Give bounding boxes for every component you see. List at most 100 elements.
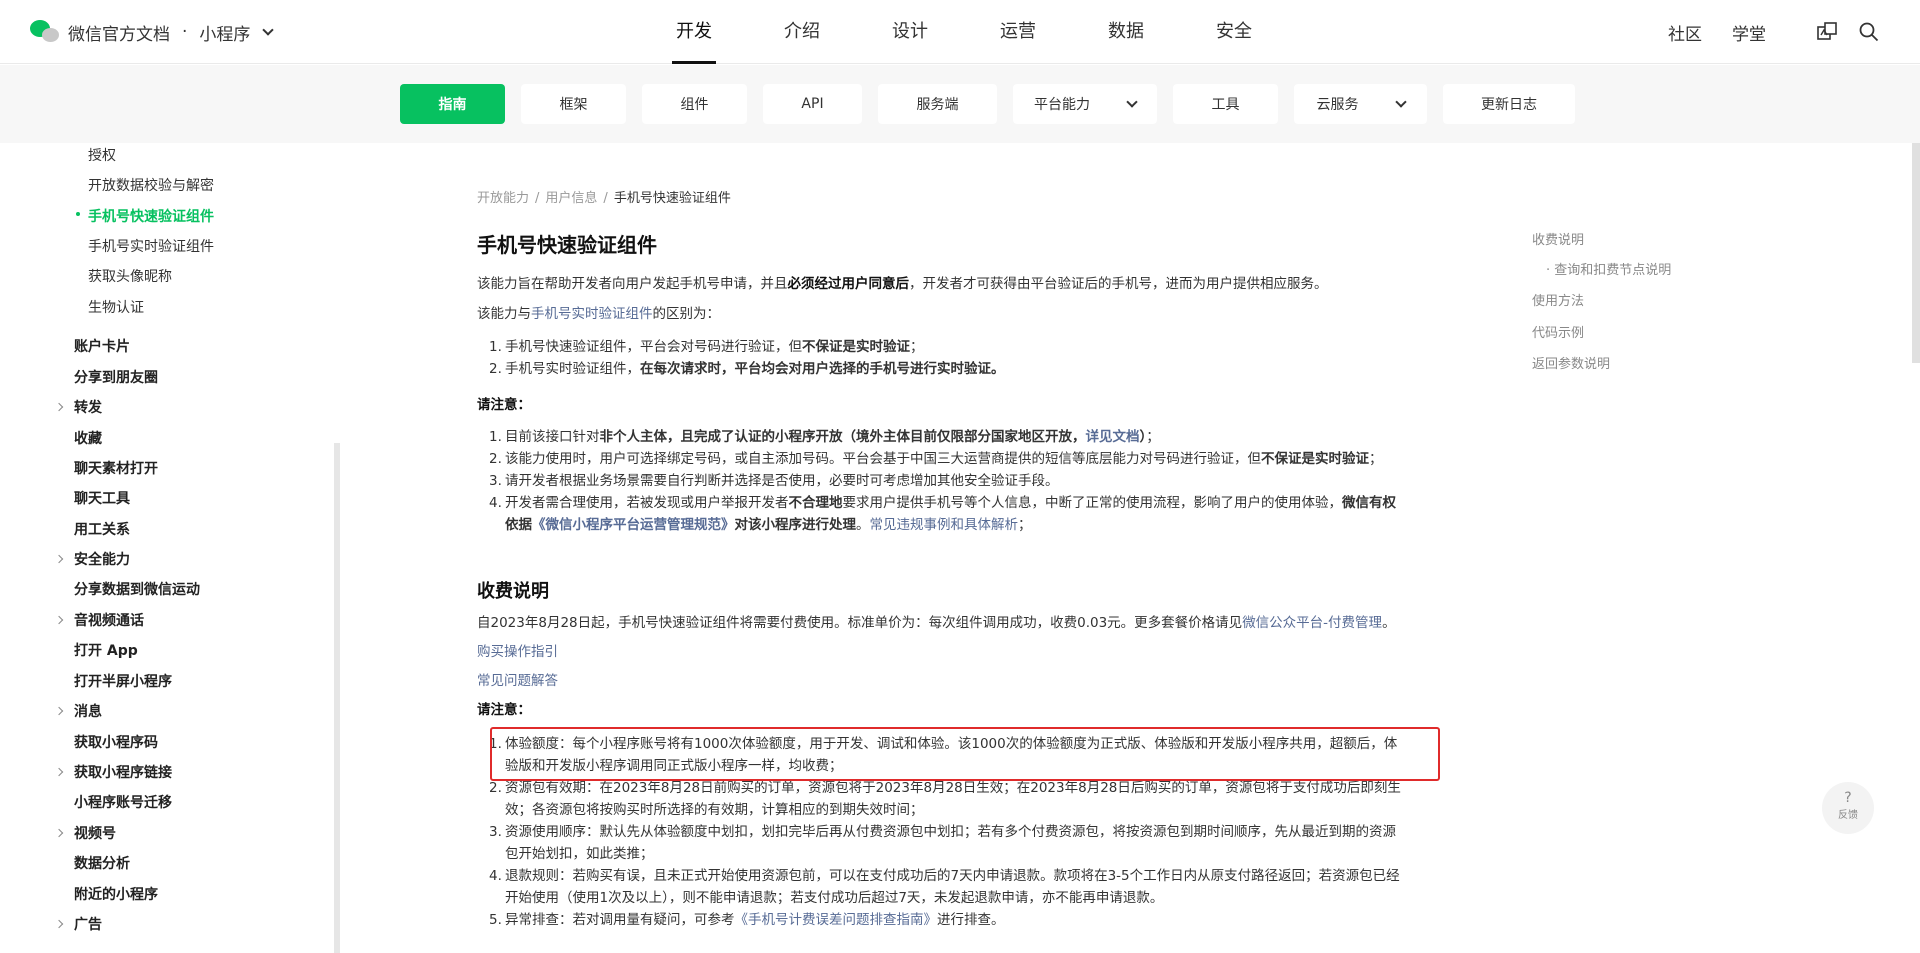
sidebar-item-auth[interactable]: 授权 <box>88 145 116 165</box>
tab-api[interactable]: API <box>763 84 862 124</box>
text: 要求用户提供手机号等个人信息，中断了正常的使用流程，影响了用户的使用体验， <box>842 495 1343 511</box>
realtime-component-link[interactable]: 手机号实时验证组件 <box>531 306 653 322</box>
text: 资源使用顺序：默认先从体验额度中划扣，划扣完毕后再从付费资源包中划扣；若有多个付… <box>505 824 1396 840</box>
nav-develop[interactable]: 开发 <box>640 0 748 64</box>
toc-fees[interactable]: 收费说明 <box>1532 229 1584 248</box>
purchase-guide-link[interactable]: 购买操作指引 <box>477 642 558 662</box>
text: 资源包有效期：在2023年8月28日前购买的订单，资源包将于2023年8月28日… <box>505 780 1401 796</box>
sidebar-item-channels[interactable]: 视频号 <box>74 823 116 843</box>
text: 该能力使用时，用户可选择绑定号码，或自主添加号码。平台会基于中国三大运营商提供的… <box>505 451 1261 467</box>
pay-management-link[interactable]: 微信公众平台-付费管理 <box>1242 615 1382 631</box>
sidebar-item-ads[interactable]: 广告 <box>74 914 102 934</box>
faq-link[interactable]: 常见问题解答 <box>477 671 558 691</box>
text: 该能力与 <box>477 306 531 322</box>
tab-guide[interactable]: 指南 <box>400 84 505 124</box>
header-right: 社区 学堂 <box>1668 0 1880 64</box>
sidebar-item-avatar[interactable]: 获取头像昵称 <box>88 266 172 286</box>
chevron-right-icon[interactable] <box>54 554 64 564</box>
platform-rules-link[interactable]: 《微信小程序平台运营管理规范》 <box>532 517 735 533</box>
chevron-right-icon[interactable] <box>54 402 64 412</box>
tab-framework[interactable]: 框架 <box>521 84 626 124</box>
sidebar-item-phone-quick[interactable]: 手机号快速验证组件 <box>76 206 214 226</box>
tab-server[interactable]: 服务端 <box>878 84 997 124</box>
sidebar-item-phone-realtime[interactable]: 手机号实时验证组件 <box>88 236 214 256</box>
text: 。 <box>856 517 870 533</box>
chevron-right-icon[interactable] <box>54 615 64 625</box>
toc-return-params[interactable]: 返回参数说明 <box>1532 353 1610 372</box>
toc-code-example[interactable]: 代码示例 <box>1532 322 1584 341</box>
sidebar-item-biometric[interactable]: 生物认证 <box>88 297 144 317</box>
breadcrumb-user-info[interactable]: 用户信息 <box>545 191 597 206</box>
sidebar-item-analytics[interactable]: 数据分析 <box>74 853 130 873</box>
sidebar-item-message[interactable]: 消息 <box>74 701 102 721</box>
tab-cloud-label: 云服务 <box>1316 97 1359 113</box>
note-label: 请注意： <box>477 397 531 413</box>
page-title: 手机号快速验证组件 <box>477 233 657 257</box>
violation-examples-link[interactable]: 常见违规事例和具体解析 <box>870 517 1019 533</box>
nav-operate[interactable]: 运营 <box>964 0 1072 64</box>
sidebar-item-share-moments[interactable]: 分享到朋友圈 <box>74 367 158 387</box>
breadcrumb-open-ability[interactable]: 开放能力 <box>477 191 529 206</box>
list-item: 2. 该能力使用时，用户可选择绑定号码，或自主添加号码。平台会基于中国三大运营商提… <box>489 451 1383 467</box>
sidebar-item-av-call[interactable]: 音视频通话 <box>74 610 144 630</box>
translate-icon[interactable] <box>1816 21 1838 43</box>
sidebar-item-chat-tools[interactable]: 聊天工具 <box>74 488 130 508</box>
chevron-right-icon[interactable] <box>54 706 64 716</box>
sidebar-item-security[interactable]: 安全能力 <box>74 549 130 569</box>
sidebar-item-forward[interactable]: 转发 <box>74 397 102 417</box>
community-link[interactable]: 社区 <box>1668 20 1702 45</box>
main-nav: 开发 介绍 设计 运营 数据 安全 <box>640 0 1288 64</box>
chevron-right-icon[interactable] <box>54 919 64 929</box>
toc-usage[interactable]: 使用方法 <box>1532 290 1584 309</box>
chevron-right-icon[interactable] <box>54 767 64 777</box>
text: ； <box>1146 429 1160 445</box>
intro-paragraph: 该能力旨在帮助开发者向用户发起手机号申请，并且必须经过用户同意后，开发者才可获得… <box>477 274 1328 294</box>
feedback-button[interactable]: ? 反馈 <box>1822 782 1874 834</box>
billing-troubleshoot-link[interactable]: 《手机号计费误差问题排查指南》 <box>735 912 938 928</box>
chevron-down-icon[interactable] <box>262 23 275 36</box>
toc-billing-nodes[interactable]: · 查询和扣费节点说明 <box>1546 259 1671 278</box>
sidebar-item-nearby[interactable]: 附近的小程序 <box>74 884 158 904</box>
page-scrollbar[interactable] <box>1912 143 1920 363</box>
text-bold: 不保证是实时验证 <box>1261 451 1369 467</box>
sidebar-item-werun[interactable]: 分享数据到微信运动 <box>74 579 200 599</box>
product-switcher[interactable]: 小程序 <box>199 20 250 45</box>
tab-platform[interactable]: 平台能力 <box>1013 84 1157 124</box>
sidebar-item-data-verify[interactable]: 开放数据校验与解密 <box>88 175 214 195</box>
chevron-right-icon[interactable] <box>54 828 64 838</box>
see-docs-link[interactable]: 详见文档 <box>1086 429 1140 445</box>
sidebar-item-migrate[interactable]: 小程序账号迁移 <box>74 792 172 812</box>
academy-link[interactable]: 学堂 <box>1732 20 1766 45</box>
nav-data[interactable]: 数据 <box>1072 0 1180 64</box>
text: 手机号实时验证组件， <box>505 361 640 377</box>
sidebar-scrollbar[interactable] <box>334 443 340 953</box>
brand[interactable]: 微信官方文档 · 小程序 <box>30 18 275 46</box>
sidebar-item-open-app[interactable]: 打开 App <box>74 640 138 660</box>
nav-intro[interactable]: 介绍 <box>748 0 856 64</box>
sidebar-item-label: 手机号快速验证组件 <box>88 209 214 225</box>
search-icon[interactable] <box>1858 21 1880 43</box>
tab-tools[interactable]: 工具 <box>1173 84 1278 124</box>
sidebar-item-half-screen[interactable]: 打开半屏小程序 <box>74 671 172 691</box>
text: ； <box>1369 451 1383 467</box>
sidebar-item-employment[interactable]: 用工关系 <box>74 519 130 539</box>
list-item: 3. 资源使用顺序：默认先从体验额度中划扣，划扣完毕后再从付费资源包中划扣；若有多… <box>489 824 1396 840</box>
tab-changelog[interactable]: 更新日志 <box>1443 84 1575 124</box>
nav-security[interactable]: 安全 <box>1180 0 1288 64</box>
nav-design[interactable]: 设计 <box>856 0 964 64</box>
sidebar-item-account-card[interactable]: 账户卡片 <box>74 336 130 356</box>
list-item: 依据《微信小程序平台运营管理规范》对该小程序进行处理。常见违规事例和具体解析； <box>489 514 1396 536</box>
text: 该能力旨在帮助开发者向用户发起手机号申请，并且 <box>477 276 788 292</box>
list-item: 5. 异常排查：若对调用量有疑问，可参考《手机号计费误差问题排查指南》进行排查。 <box>489 912 1005 928</box>
text: 。 <box>1382 615 1396 631</box>
sidebar-item-favorite[interactable]: 收藏 <box>74 428 102 448</box>
sidebar-item-url-link[interactable]: 获取小程序链接 <box>74 762 172 782</box>
sidebar-item-qrcode[interactable]: 获取小程序码 <box>74 732 158 752</box>
tab-cloud[interactable]: 云服务 <box>1294 84 1427 124</box>
feedback-label: 反馈 <box>1838 810 1858 821</box>
tab-platform-label: 平台能力 <box>1034 97 1090 113</box>
sidebar-item-chat-material[interactable]: 聊天素材打开 <box>74 458 158 478</box>
tab-components[interactable]: 组件 <box>642 84 747 124</box>
text: 请开发者根据业务场景需要自行判断并选择是否使用，必要时可考虑增加其他安全验证手段… <box>505 473 1059 489</box>
fees-paragraph: 自2023年8月28日起，手机号快速验证组件将需要付费使用。标准单价为：每次组件… <box>477 613 1396 633</box>
